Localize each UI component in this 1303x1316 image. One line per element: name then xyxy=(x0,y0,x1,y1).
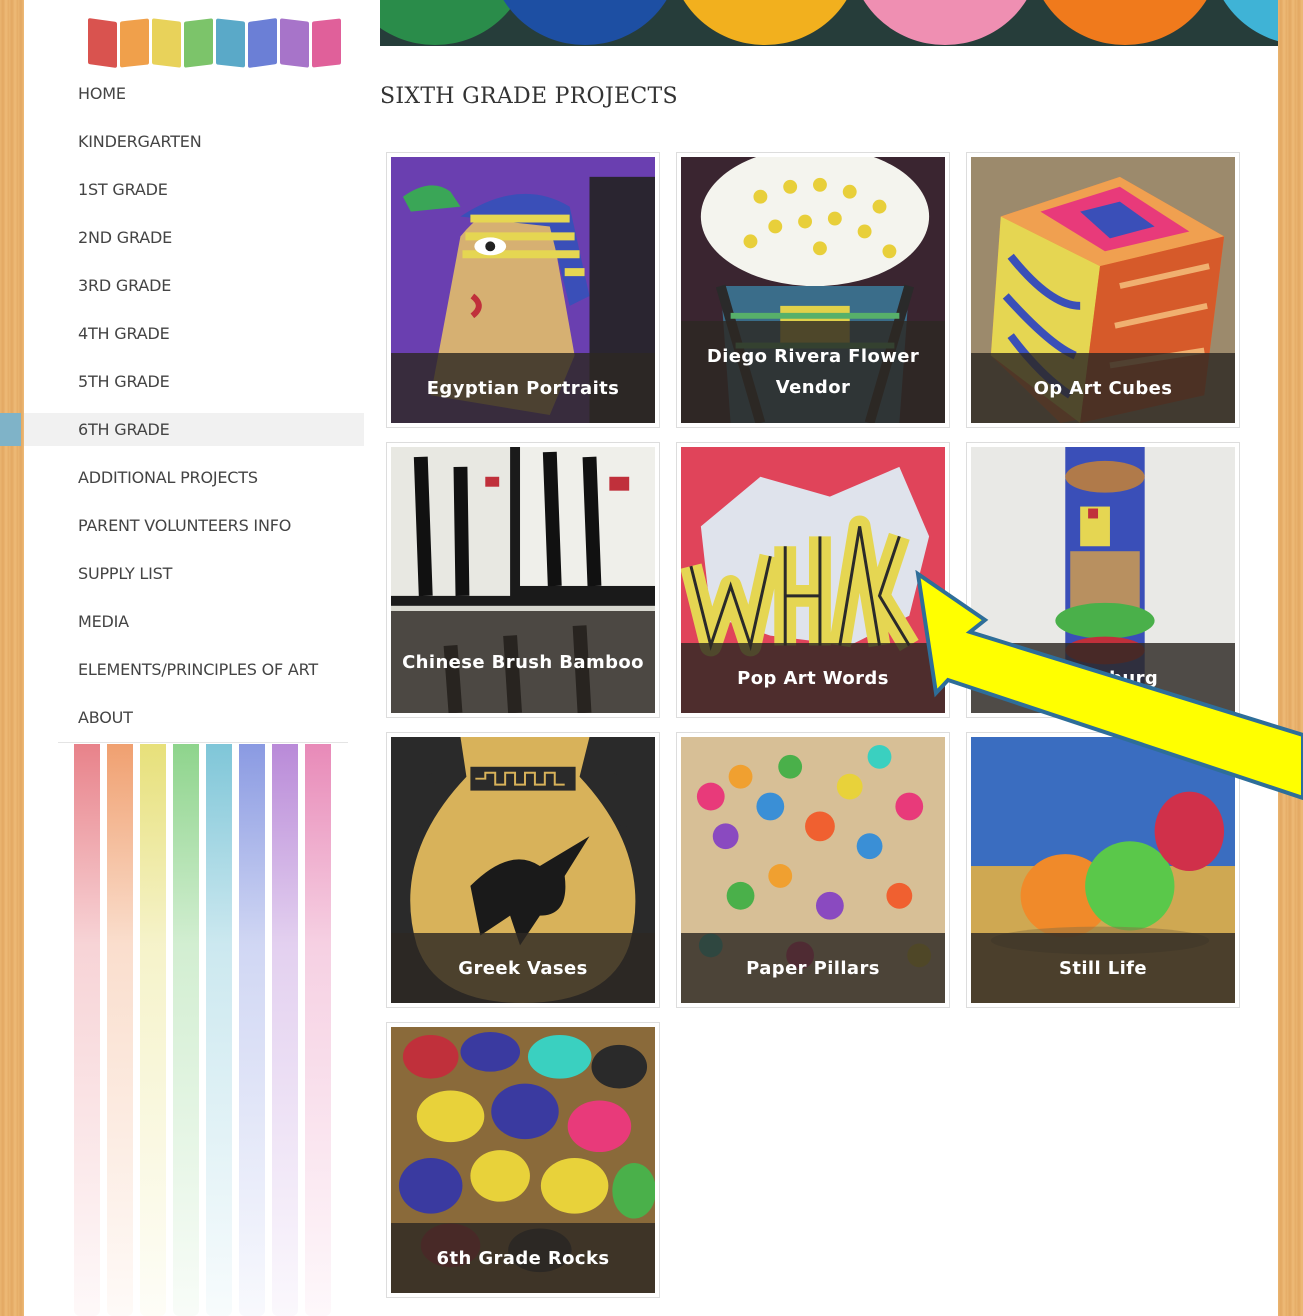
project-caption: Pop Art Words xyxy=(681,643,945,713)
nav-item-additional-projects[interactable]: ADDITIONAL PROJECTS xyxy=(24,454,364,502)
nav-item-media[interactable]: MEDIA xyxy=(24,598,364,646)
watercolor-stripe xyxy=(305,744,331,1316)
project-title: Oldenburg xyxy=(1047,667,1159,689)
site-logo[interactable] xyxy=(58,0,384,70)
project-caption: 6th Grade Rocks xyxy=(391,1223,655,1293)
project-tile-op-art-cubes[interactable]: Op Art Cubes xyxy=(966,152,1240,428)
watercolor-stripe xyxy=(173,744,199,1316)
nav-item-label: PARENT VOLUNTEERS INFO xyxy=(78,516,292,535)
project-thumbnail: Greek Vases xyxy=(391,737,655,1003)
logo-band xyxy=(152,18,181,68)
nav-item-5th-grade[interactable]: 5TH GRADE xyxy=(24,358,364,406)
logo-band xyxy=(88,17,117,69)
project-title: Greek Vases xyxy=(458,957,588,979)
project-tile-paper-pillars[interactable]: Paper Pillars xyxy=(676,732,950,1008)
main-nav: HOME KINDERGARTEN 1ST GRADE 2ND GRADE 3R… xyxy=(0,70,364,742)
nav-item-label: HOME xyxy=(78,84,126,103)
project-caption: Diego Rivera Flower Vendor xyxy=(681,321,945,423)
nav-item-label: KINDERGARTEN xyxy=(78,132,202,151)
project-title: Paper Pillars xyxy=(746,957,880,979)
project-thumbnail: Still Life xyxy=(971,737,1235,1003)
nav-item-1st-grade[interactable]: 1ST GRADE xyxy=(24,166,364,214)
project-thumbnail: Paper Pillars xyxy=(681,737,945,1003)
watercolor-stripe xyxy=(239,744,265,1316)
project-tile-egyptian-portraits[interactable]: Egyptian Portraits xyxy=(386,152,660,428)
page-title: SIXTH GRADE PROJECTS xyxy=(380,84,678,109)
watercolor-stripe xyxy=(140,744,166,1316)
nav-item-label: ABOUT xyxy=(78,708,133,727)
nav-item-label: MEDIA xyxy=(78,612,129,631)
paint-pot xyxy=(670,0,860,45)
project-caption: Op Art Cubes xyxy=(971,353,1235,423)
project-tile-chinese-brush-bamboo[interactable]: Chinese Brush Bamboo xyxy=(386,442,660,718)
project-caption: Greek Vases xyxy=(391,933,655,1003)
nav-item-label: 3RD GRADE xyxy=(78,276,172,295)
project-caption: Egyptian Portraits xyxy=(391,353,655,423)
project-tile-greek-vases[interactable]: Greek Vases xyxy=(386,732,660,1008)
project-title: Egyptian Portraits xyxy=(426,377,620,399)
paint-pot xyxy=(1030,0,1220,45)
project-title: Still Life xyxy=(1058,957,1148,979)
paint-pot xyxy=(850,0,1040,45)
paint-pot xyxy=(1210,0,1278,45)
project-tile-oldenburg[interactable]: Oldenburg xyxy=(966,442,1240,718)
project-title: Pop Art Words xyxy=(737,667,889,689)
project-title: Diego Rivera Flower Vendor xyxy=(706,346,920,398)
logo-band xyxy=(312,18,341,68)
project-tile-still-life[interactable]: Still Life xyxy=(966,732,1240,1008)
page: HOME KINDERGARTEN 1ST GRADE 2ND GRADE 3R… xyxy=(0,0,1278,1316)
watercolor-decoration xyxy=(74,744,344,1316)
watercolor-stripe xyxy=(206,744,232,1316)
active-nav-marker xyxy=(0,413,21,446)
nav-item-label: 6TH GRADE xyxy=(78,420,170,439)
project-title: Op Art Cubes xyxy=(1033,377,1173,399)
nav-item-supply-list[interactable]: SUPPLY LIST xyxy=(24,550,364,598)
project-thumbnail: Op Art Cubes xyxy=(971,157,1235,423)
nav-item-label: 2ND GRADE xyxy=(78,228,172,247)
project-caption: Oldenburg xyxy=(971,643,1235,713)
project-thumbnail: Egyptian Portraits xyxy=(391,157,655,423)
nav-item-about[interactable]: ABOUT xyxy=(24,694,364,742)
watercolor-stripe xyxy=(107,744,133,1316)
nav-item-label: SUPPLY LIST xyxy=(78,564,173,583)
logo-band xyxy=(184,18,213,68)
nav-item-kindergarten[interactable]: KINDERGARTEN xyxy=(24,118,364,166)
project-thumbnail: 6th Grade Rocks xyxy=(391,1027,655,1293)
project-thumbnail: Diego Rivera Flower Vendor xyxy=(681,157,945,423)
project-title: Chinese Brush Bamboo xyxy=(402,651,644,673)
project-caption: Chinese Brush Bamboo xyxy=(391,611,655,713)
project-thumbnail: Pop Art Words xyxy=(681,447,945,713)
nav-item-4th-grade[interactable]: 4TH GRADE xyxy=(24,310,364,358)
nav-item-label: 4TH GRADE xyxy=(78,324,170,343)
nav-item-3rd-grade[interactable]: 3RD GRADE xyxy=(24,262,364,310)
nav-item-label: ELEMENTS/PRINCIPLES OF ART xyxy=(78,660,318,679)
project-tile-6th-grade-rocks[interactable]: 6th Grade Rocks xyxy=(386,1022,660,1298)
header-banner xyxy=(380,0,1278,46)
nav-item-label: 1ST GRADE xyxy=(78,180,168,199)
project-caption: Paper Pillars xyxy=(681,933,945,1003)
main-content: SIXTH GRADE PROJECTS Egyptian Portraits … xyxy=(380,0,1278,1316)
nav-item-parent-volunteers-info[interactable]: PARENT VOLUNTEERS INFO xyxy=(24,502,364,550)
project-thumbnail: Oldenburg xyxy=(971,447,1235,713)
watercolor-stripe xyxy=(74,744,100,1316)
logo-band xyxy=(248,17,277,69)
nav-item-label: 5TH GRADE xyxy=(78,372,170,391)
project-thumbnail: Chinese Brush Bamboo xyxy=(391,447,655,713)
sidebar: HOME KINDERGARTEN 1ST GRADE 2ND GRADE 3R… xyxy=(0,0,364,1316)
project-tile-diego-rivera-flower-vendor[interactable]: Diego Rivera Flower Vendor xyxy=(676,152,950,428)
nav-item-2nd-grade[interactable]: 2ND GRADE xyxy=(24,214,364,262)
logo-band xyxy=(120,18,149,68)
nav-item-6th-grade[interactable]: 6TH GRADE xyxy=(0,413,364,446)
logo-band xyxy=(216,18,245,68)
paint-pot xyxy=(490,0,680,45)
logo-band xyxy=(280,18,309,68)
project-tile-pop-art-words[interactable]: Pop Art Words xyxy=(676,442,950,718)
nav-item-label: ADDITIONAL PROJECTS xyxy=(78,468,258,487)
nav-item-home[interactable]: HOME xyxy=(24,70,364,118)
project-title: 6th Grade Rocks xyxy=(436,1247,610,1269)
sidebar-divider xyxy=(58,742,348,743)
nav-item-elements-principles-of-art[interactable]: ELEMENTS/PRINCIPLES OF ART xyxy=(24,646,364,694)
watercolor-stripe xyxy=(272,744,298,1316)
project-caption: Still Life xyxy=(971,933,1235,1003)
